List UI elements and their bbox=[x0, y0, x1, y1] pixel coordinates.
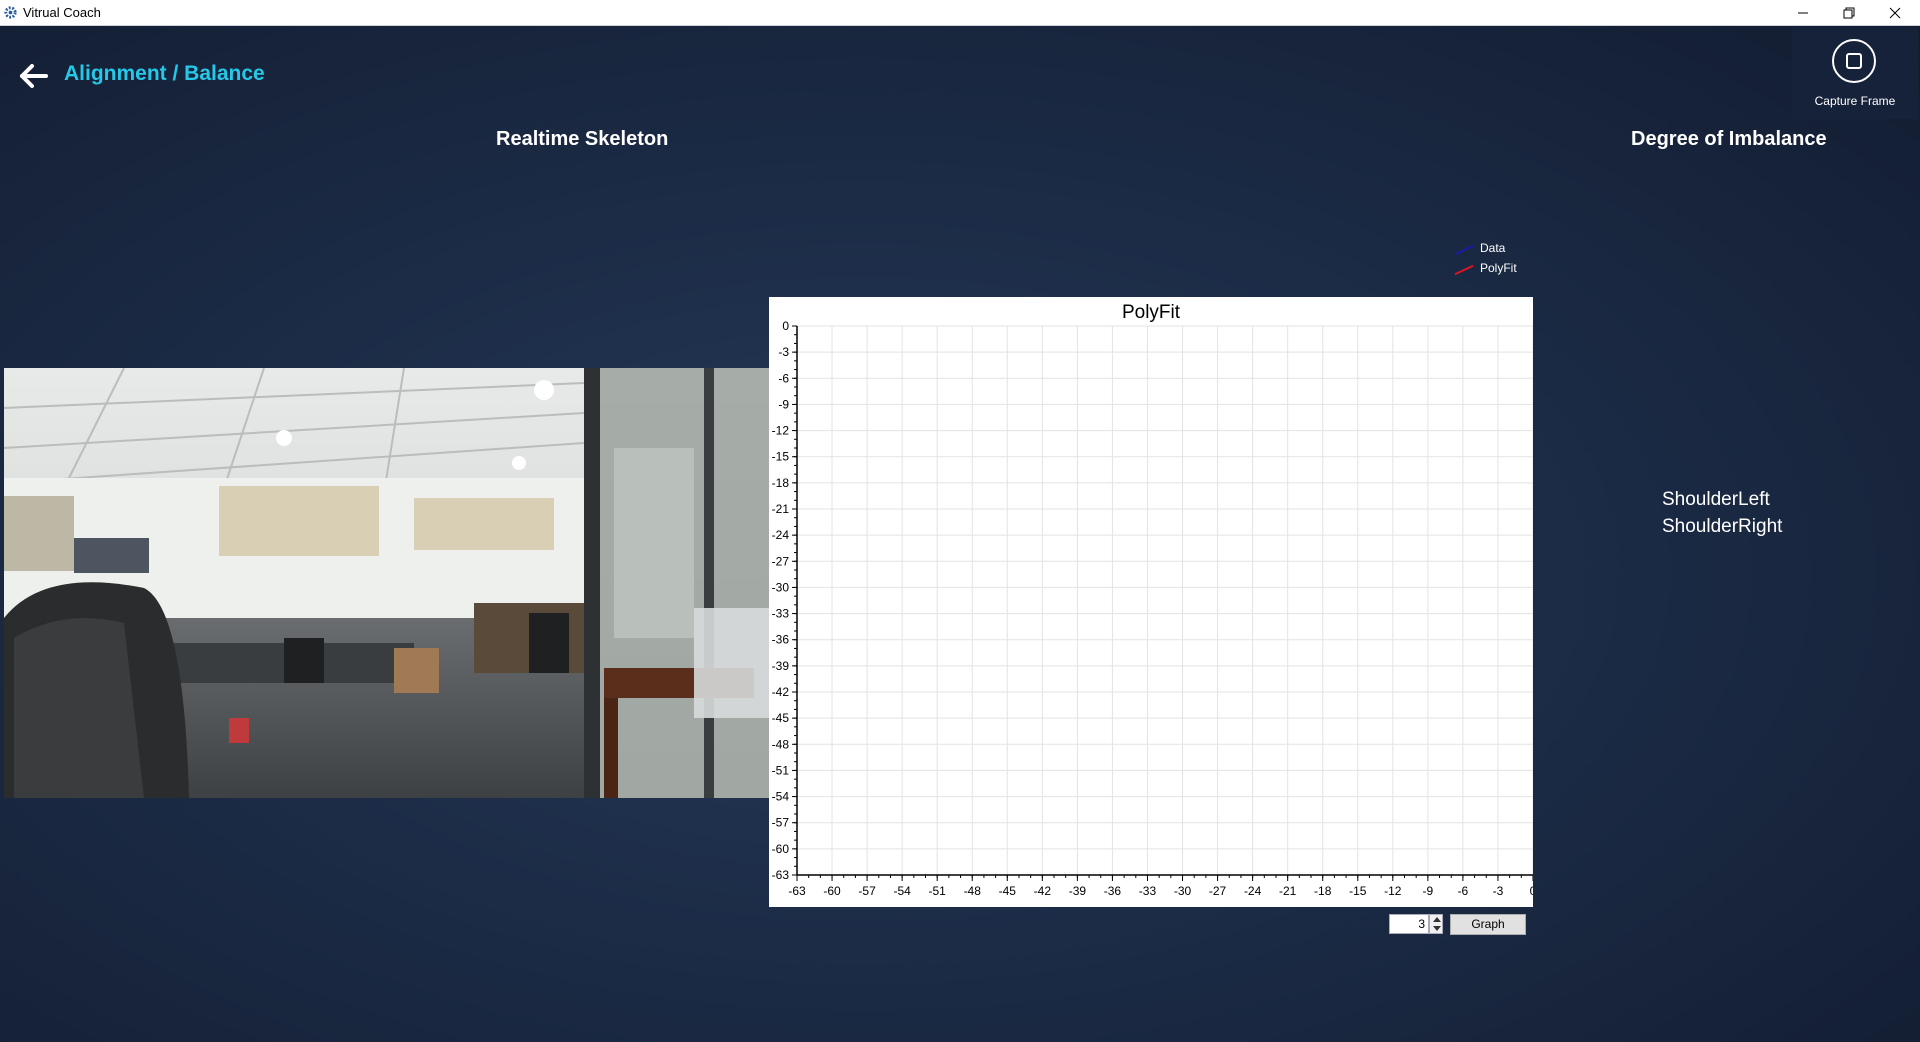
restore-button[interactable] bbox=[1826, 0, 1872, 25]
y-tick-label: 0 bbox=[782, 319, 789, 333]
polyfit-chart: PolyFit -63 -60 -57 -54 -51 -48 -45 -42 -39 -36 -3… bbox=[769, 297, 1537, 907]
graph-button[interactable]: Graph bbox=[1450, 914, 1526, 935]
spin-up-icon[interactable] bbox=[1433, 917, 1441, 922]
x-tick-label: -6 bbox=[1458, 884, 1469, 898]
y-tick-label: -60 bbox=[772, 842, 790, 856]
capture-frame-label: Capture Frame bbox=[1814, 94, 1896, 108]
y-tick-label: -15 bbox=[772, 450, 790, 464]
legend-label-polyfit: PolyFit bbox=[1480, 261, 1517, 275]
x-tick-label: -60 bbox=[823, 884, 841, 898]
x-tick-label: -51 bbox=[929, 884, 947, 898]
x-tick-label: -24 bbox=[1244, 884, 1262, 898]
x-tick-label: -54 bbox=[893, 884, 911, 898]
y-tick-label: -54 bbox=[772, 790, 790, 804]
degree-of-imbalance-title: Degree of Imbalance bbox=[1631, 128, 1827, 150]
x-tick-label: -39 bbox=[1069, 884, 1087, 898]
back-arrow-icon[interactable] bbox=[18, 60, 50, 92]
y-tick-label: -30 bbox=[772, 580, 790, 594]
window-title: Vitrual Coach bbox=[23, 5, 101, 20]
capture-frame-icon bbox=[1832, 39, 1876, 83]
close-button[interactable] bbox=[1872, 0, 1918, 25]
y-tick-label: -51 bbox=[772, 763, 790, 777]
spin-down-icon[interactable] bbox=[1433, 926, 1441, 931]
joint-shoulder-left: ShoulderLeft bbox=[1662, 489, 1770, 510]
y-tick-label: -24 bbox=[772, 528, 790, 542]
order-label: Order bbox=[1353, 917, 1384, 931]
y-tick-label: -9 bbox=[778, 397, 789, 411]
y-tick-label: -57 bbox=[772, 816, 790, 830]
order-spinner[interactable] bbox=[1429, 914, 1443, 934]
y-tick-label: -39 bbox=[772, 659, 790, 673]
x-tick-label: 0 bbox=[1530, 884, 1533, 898]
y-tick-label: -27 bbox=[772, 554, 790, 568]
order-input[interactable]: 3 bbox=[1389, 914, 1429, 934]
camera-feed bbox=[4, 368, 769, 798]
app-gear-icon bbox=[4, 6, 17, 19]
polyfit-chart-svg: PolyFit -63 -60 -57 -54 -51 -48 -45 -42 -39 -36 -3… bbox=[772, 302, 1537, 898]
x-tick-label: -12 bbox=[1384, 884, 1402, 898]
y-tick-label: -12 bbox=[772, 424, 790, 438]
chart-title: PolyFit bbox=[1122, 302, 1181, 323]
x-tick-label: -27 bbox=[1209, 884, 1227, 898]
x-tick-label: -36 bbox=[1104, 884, 1122, 898]
realtime-skeleton-title: Realtime Skeleton bbox=[496, 128, 669, 150]
x-tick-label: -30 bbox=[1174, 884, 1192, 898]
y-tick-label: -3 bbox=[778, 345, 789, 359]
restore-icon bbox=[1843, 7, 1855, 18]
chart-legend: Data PolyFit bbox=[1448, 241, 1528, 281]
x-tick-label: -18 bbox=[1314, 884, 1332, 898]
y-tick-label: -21 bbox=[772, 502, 790, 516]
x-tick-label: -42 bbox=[1034, 884, 1052, 898]
y-tick-label: -18 bbox=[772, 476, 790, 490]
page-title: Alignment / Balance bbox=[64, 62, 265, 85]
y-tick-label: -33 bbox=[772, 607, 790, 621]
x-tick-label: -45 bbox=[999, 884, 1017, 898]
x-tick-label: -57 bbox=[858, 884, 876, 898]
camera-feed-image bbox=[4, 368, 769, 798]
minimize-button[interactable] bbox=[1780, 0, 1826, 25]
x-tick-label: -21 bbox=[1279, 884, 1297, 898]
y-tick-label: -6 bbox=[778, 371, 789, 385]
x-tick-label: -9 bbox=[1423, 884, 1434, 898]
x-tick-label: -63 bbox=[788, 884, 806, 898]
y-tick-label: -63 bbox=[772, 868, 790, 882]
joint-shoulder-right: ShoulderRight bbox=[1662, 516, 1783, 537]
close-icon bbox=[1889, 7, 1901, 18]
y-tick-label: -36 bbox=[772, 633, 790, 647]
x-tick-label: -15 bbox=[1349, 884, 1367, 898]
y-tick-label: -48 bbox=[772, 737, 790, 751]
minimize-icon bbox=[1798, 12, 1808, 13]
x-tick-label: -48 bbox=[964, 884, 982, 898]
y-tick-label: -45 bbox=[772, 711, 790, 725]
y-tick-label: -42 bbox=[772, 685, 790, 699]
legend-swatch-data bbox=[1454, 244, 1474, 256]
legend-label-data: Data bbox=[1480, 241, 1506, 255]
x-tick-label: -33 bbox=[1139, 884, 1157, 898]
x-tick-label: -3 bbox=[1493, 884, 1504, 898]
capture-frame-button[interactable]: Capture Frame bbox=[1792, 27, 1918, 119]
legend-swatch-polyfit bbox=[1454, 264, 1474, 276]
window-titlebar: Vitrual Coach bbox=[0, 0, 1920, 26]
joint-list: ShoulderLeft ShoulderRight bbox=[1662, 486, 1782, 540]
